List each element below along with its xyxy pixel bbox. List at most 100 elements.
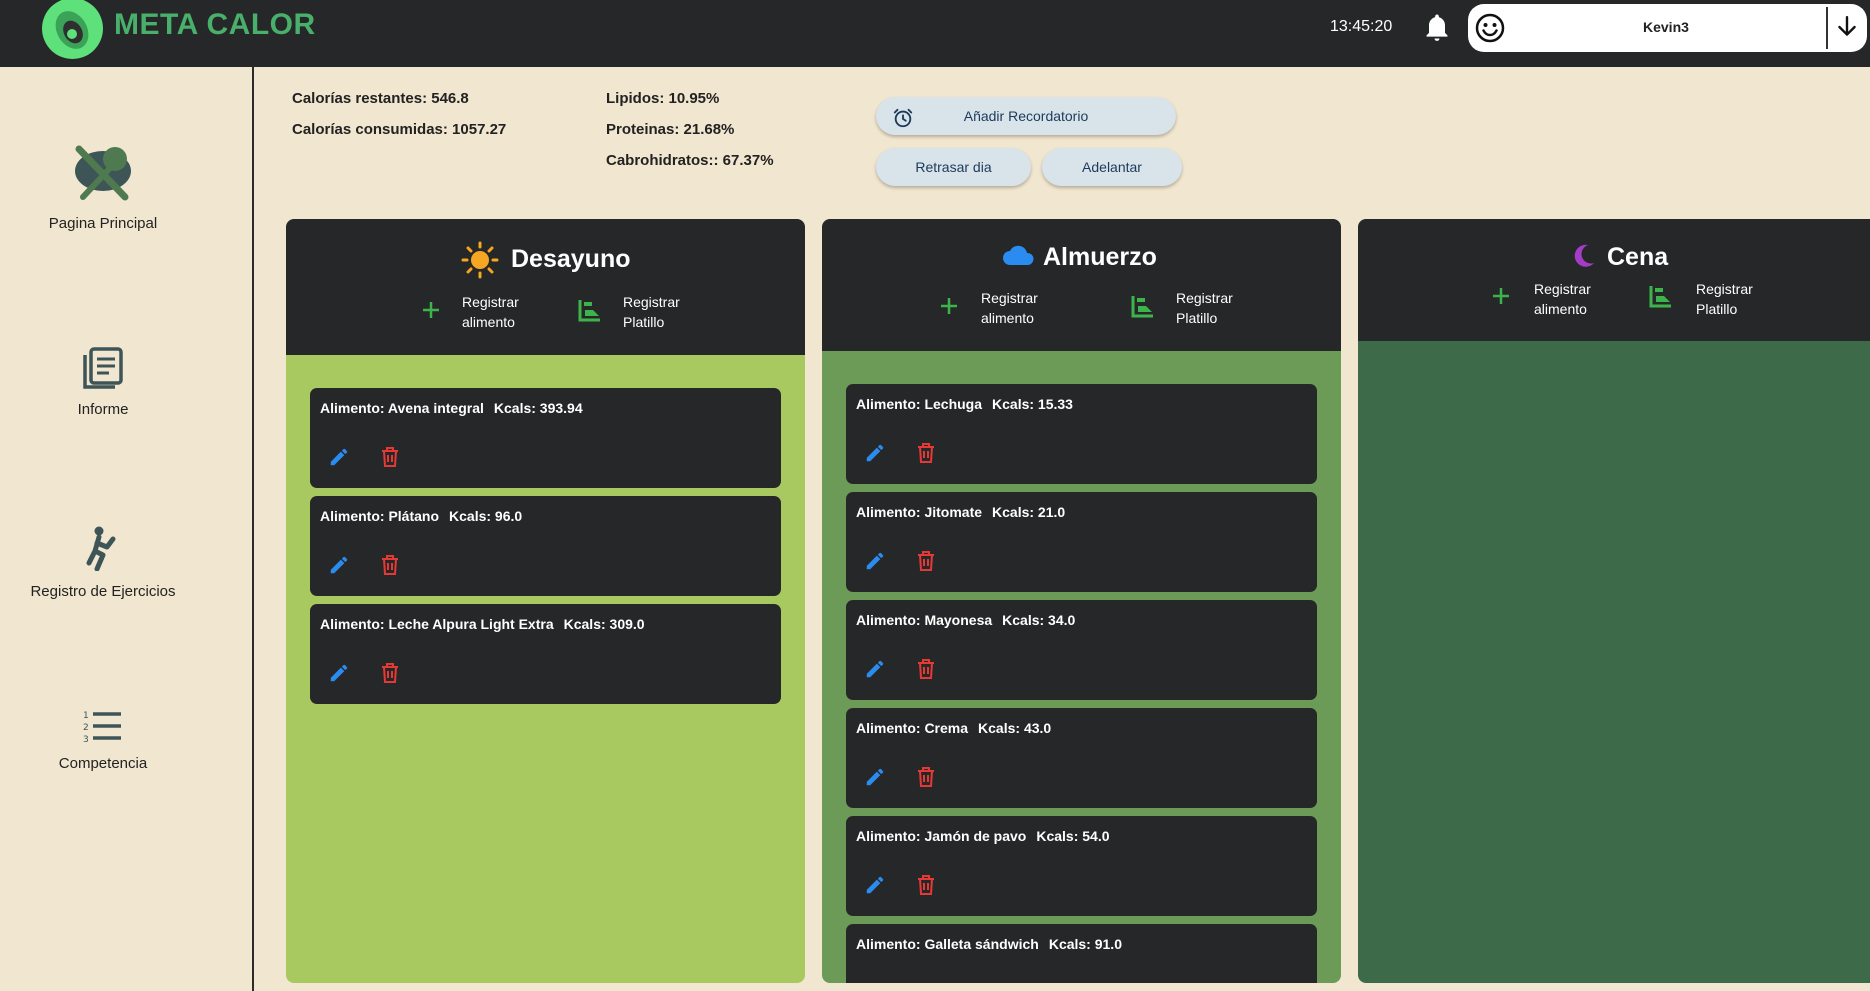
delete-icon[interactable]: [916, 550, 936, 577]
meal-items-list: [1358, 341, 1870, 983]
food-kcal: Kcals: 393.94: [493, 400, 583, 416]
food-kcal: Kcals: 91.0: [1048, 936, 1122, 952]
clock: 13:45:20: [1330, 18, 1393, 35]
register-food-label-1: Registrar: [981, 290, 1038, 306]
register-food-label-1: Registrar: [462, 294, 519, 310]
food-card: Alimento: Avena integral Kcals: 393.94: [310, 388, 781, 488]
sidebar-item-label: Pagina Principal: [48, 215, 158, 232]
smiley-face-icon: [1474, 12, 1506, 49]
edit-icon[interactable]: [328, 446, 350, 473]
food-card: Alimento: Plátano Kcals: 96.0: [310, 496, 781, 596]
sun-icon: [461, 241, 499, 284]
sidebar-item-informe[interactable]: Informe: [0, 347, 206, 418]
user-menu[interactable]: Kevin3: [1468, 4, 1867, 52]
food-kcal: Kcals: 96.0: [449, 508, 523, 524]
register-dish-label-2: Platillo: [623, 314, 665, 330]
delete-icon[interactable]: [380, 446, 400, 473]
food-name: Alimento: Plátano: [320, 508, 440, 524]
svg-text:3: 3: [83, 735, 89, 743]
meal-title: Cena: [1607, 243, 1669, 271]
food-kcal: Kcals: 21.0: [992, 504, 1066, 520]
register-dish-label-2: Platillo: [1176, 310, 1218, 326]
proteins-percent: Proteinas: 21.68%: [606, 121, 735, 138]
food-kcal: Kcals: 15.33: [992, 396, 1073, 412]
app-title: META CALOR: [114, 8, 316, 41]
calories-remaining: Calorías restantes: 546.8: [292, 90, 469, 107]
sidebar-item-pagina-principal[interactable]: Pagina Principal: [0, 145, 206, 232]
moon-icon: [1570, 243, 1596, 274]
register-dish-label-1: Registrar: [1176, 290, 1233, 306]
delete-icon[interactable]: [380, 554, 400, 581]
food-card: Alimento: Jitomate Kcals: 21.0: [846, 492, 1317, 592]
food-name: Alimento: Lechuga: [856, 396, 983, 412]
sidebar-item-registro-de-ejercicios[interactable]: Registro de Ejercicios: [0, 525, 206, 600]
delete-icon[interactable]: [916, 982, 936, 983]
alarm-clock-icon: [892, 105, 914, 143]
register-dish-label-1: Registrar: [1696, 281, 1753, 297]
svg-text:1: 1: [83, 711, 89, 721]
calories-consumed: Calorías consumidas: 1057.27: [292, 121, 507, 138]
next-day-button[interactable]: Adelantar: [1042, 148, 1182, 186]
food-kcal: Kcals: 34.0: [1002, 612, 1076, 628]
meal-header: Desayuno Registrar alimento Registrar Pl…: [286, 219, 805, 355]
food-kcal: Kcals: 43.0: [978, 720, 1052, 736]
avocado-logo-icon: [42, 0, 103, 59]
register-food-label-2: alimento: [1534, 301, 1587, 317]
edit-icon[interactable]: [864, 442, 886, 469]
delete-icon[interactable]: [916, 658, 936, 685]
delete-icon[interactable]: [916, 442, 936, 469]
svg-text:2: 2: [83, 723, 89, 733]
edit-icon[interactable]: [864, 874, 886, 901]
food-card: Alimento: Galleta sándwich Kcals: 91.0: [846, 924, 1317, 983]
food-name: Alimento: Mayonesa: [856, 612, 993, 628]
dish-icon: [577, 297, 603, 328]
food-kcal: Kcals: 309.0: [563, 616, 645, 632]
register-dish-label-1: Registrar: [623, 294, 680, 310]
food-name: Alimento: Galleta sándwich: [856, 936, 1039, 952]
food-card: Alimento: Crema Kcals: 43.0: [846, 708, 1317, 808]
meal-column-almuerzo: Almuerzo Registrar alimento Registrar Pl…: [822, 219, 1341, 983]
divider: [1826, 7, 1828, 49]
food-name: Alimento: Jamón de pavo: [856, 828, 1027, 844]
prev-day-button[interactable]: Retrasar dia: [876, 148, 1031, 186]
edit-icon[interactable]: [864, 550, 886, 577]
arrow-down-icon[interactable]: [1834, 14, 1860, 45]
register-food-label-1: Registrar: [1534, 281, 1591, 297]
edit-icon[interactable]: [864, 982, 886, 983]
carbs-percent: Cabrohidratos:: 67.37%: [606, 152, 774, 169]
food-kcal: Kcals: 54.0: [1036, 828, 1110, 844]
add-reminder-button[interactable]: Añadir Recordatorio: [876, 97, 1176, 135]
edit-icon[interactable]: [864, 766, 886, 793]
plus-icon: [938, 295, 960, 322]
meal-header: Cena Registrar alimento Registrar Platil…: [1358, 219, 1870, 341]
sidebar-item-label: Competencia: [58, 755, 148, 772]
food-name: Alimento: Leche Alpura Light Extra: [320, 616, 554, 632]
register-food-label-2: alimento: [981, 310, 1034, 326]
dish-icon: [1130, 293, 1156, 324]
edit-icon[interactable]: [864, 658, 886, 685]
food-name: Alimento: Jitomate: [856, 504, 983, 520]
ranking-list-icon: 1 2 3: [0, 709, 206, 747]
food-name: Alimento: Avena integral: [320, 400, 484, 416]
meal-items-list: Alimento: Avena integral Kcals: 393.94 Al…: [286, 355, 805, 983]
delete-icon[interactable]: [380, 662, 400, 689]
delete-icon[interactable]: [916, 766, 936, 793]
bell-icon[interactable]: [1422, 12, 1452, 49]
dish-icon: [1648, 283, 1674, 314]
meal-title: Desayuno: [511, 245, 631, 273]
food-name: Alimento: Crema: [856, 720, 969, 736]
report-icon: [0, 347, 206, 393]
cloud-icon: [1002, 243, 1034, 272]
sidebar: Pagina Principal Informe Registro de Eje…: [0, 67, 254, 991]
sidebar-item-label: Informe: [77, 401, 129, 418]
sidebar-item-competencia[interactable]: 1 2 3 Competencia: [0, 709, 206, 772]
edit-icon[interactable]: [328, 554, 350, 581]
exercise-icon: [0, 525, 206, 575]
register-food-label-2: alimento: [462, 314, 515, 330]
meal-column-cena: Cena Registrar alimento Registrar Platil…: [1358, 219, 1870, 983]
edit-icon[interactable]: [328, 662, 350, 689]
delete-icon[interactable]: [916, 874, 936, 901]
food-card: Alimento: Leche Alpura Light Extra Kcals:…: [310, 604, 781, 704]
sidebar-item-label: Registro de Ejercicios: [30, 583, 176, 600]
meal-header: Almuerzo Registrar alimento Registrar Pl…: [822, 219, 1341, 351]
